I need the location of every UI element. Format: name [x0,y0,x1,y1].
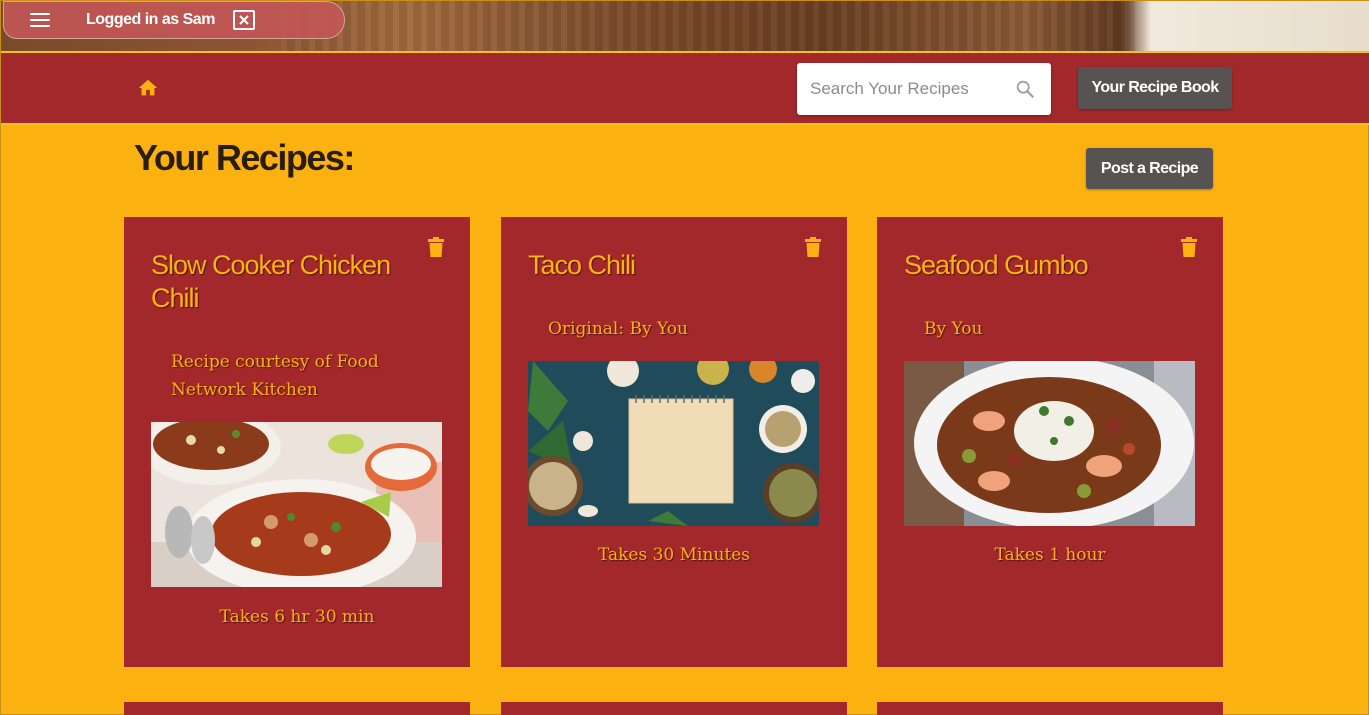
trash-icon[interactable] [1181,237,1197,257]
top-navbar: Your Recipe Book [1,51,1369,125]
hero-cutting-board [281,1,1141,51]
recipe-card-partial[interactable] [124,702,470,715]
recipe-card-partial[interactable] [877,702,1223,715]
post-recipe-button[interactable]: Post a Recipe [1086,148,1213,189]
login-status-text: Logged in as Sam [86,11,215,28]
logout-close-icon[interactable] [232,10,255,30]
recipe-card-partial[interactable] [501,702,847,715]
recipe-title[interactable]: Taco Chili [528,249,798,282]
search-icon[interactable] [1014,78,1036,100]
trash-icon[interactable] [428,237,444,257]
recipe-photo[interactable] [528,361,819,526]
hero-banner: Logged in as Sam [1,1,1369,51]
recipe-title[interactable]: Seafood Gumbo [904,249,1174,282]
search-input[interactable] [797,63,997,115]
page-title: Your Recipes: [134,137,355,178]
recipe-photo[interactable] [151,422,442,587]
recipe-source: Recipe courtesy of Food Network Kitchen [171,352,379,400]
recipe-time: Takes 30 Minutes [597,545,751,565]
search-box [797,63,1051,115]
recipe-title[interactable]: Slow Cooker Chicken Chili [151,249,421,315]
recipe-source: By You [924,319,983,339]
menu-icon[interactable] [30,9,60,31]
home-icon[interactable] [137,77,159,99]
recipe-source: Original: By You [548,319,688,339]
recipe-card[interactable]: Taco Chili Original: By You Takes 30 Min… [501,217,847,667]
recipe-time: Takes 1 hour [994,545,1106,565]
trash-icon[interactable] [805,237,821,257]
recipe-book-button[interactable]: Your Recipe Book [1078,67,1232,109]
login-status-bar: Logged in as Sam [3,1,345,39]
recipe-card[interactable]: Slow Cooker Chicken Chili Recipe courtes… [124,217,470,667]
recipe-photo[interactable] [904,361,1195,526]
recipe-time: Takes 6 hr 30 min [219,607,375,627]
recipe-card[interactable]: Seafood Gumbo By You Takes 1 hour [877,217,1223,667]
